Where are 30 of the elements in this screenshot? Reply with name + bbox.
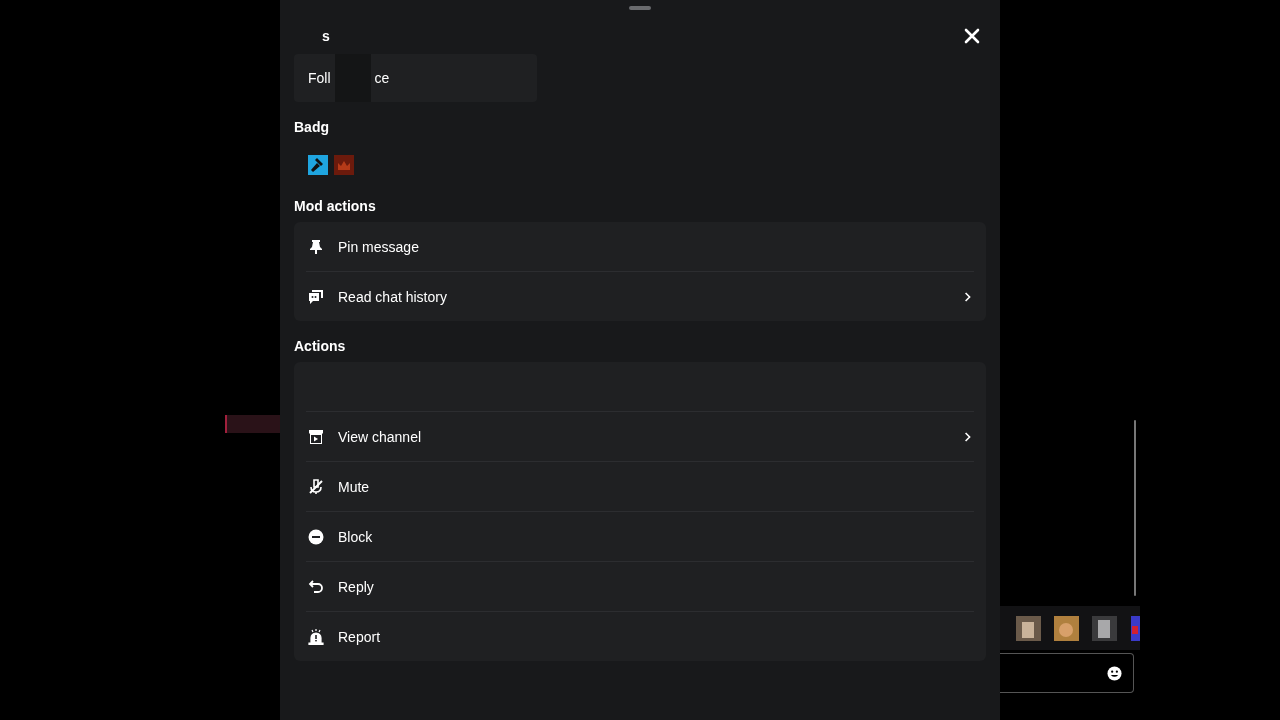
scrollbar[interactable] (1134, 420, 1136, 596)
chevron-icon (964, 290, 972, 303)
reply-icon (308, 578, 324, 595)
username: s (322, 28, 330, 44)
notification-card (225, 415, 280, 433)
section-title: Actions (294, 338, 347, 354)
muted-mic-icon (308, 478, 324, 495)
pin-icon (308, 238, 324, 255)
info-text: ce (374, 70, 390, 86)
menu-item[interactable]: Mute (294, 462, 986, 511)
drag-handle[interactable] (629, 6, 651, 10)
menu-item[interactable]: Reply (294, 562, 986, 611)
emoji-icon[interactable] (1107, 665, 1122, 681)
hammer-badge-icon (308, 155, 328, 175)
info-text: Foll (308, 70, 331, 86)
section-title: Badg (294, 119, 330, 135)
menu-item[interactable]: Block (294, 512, 986, 561)
menu-item[interactable]: Report (294, 612, 986, 661)
crown-badge-icon (334, 155, 354, 175)
siren-icon (308, 628, 324, 645)
chat-bubbles-icon (308, 288, 324, 305)
menu-item[interactable]: View channel (294, 412, 986, 461)
section-title: Mod actions (294, 198, 377, 214)
close-icon[interactable] (964, 28, 980, 44)
chat-input[interactable] (1000, 653, 1134, 693)
menu-item[interactable]: Read chat history (294, 272, 986, 321)
menu-item[interactable]: Pin message (294, 222, 986, 271)
block-icon (308, 528, 324, 545)
channel-icon (308, 428, 324, 445)
chevron-icon (964, 430, 972, 443)
